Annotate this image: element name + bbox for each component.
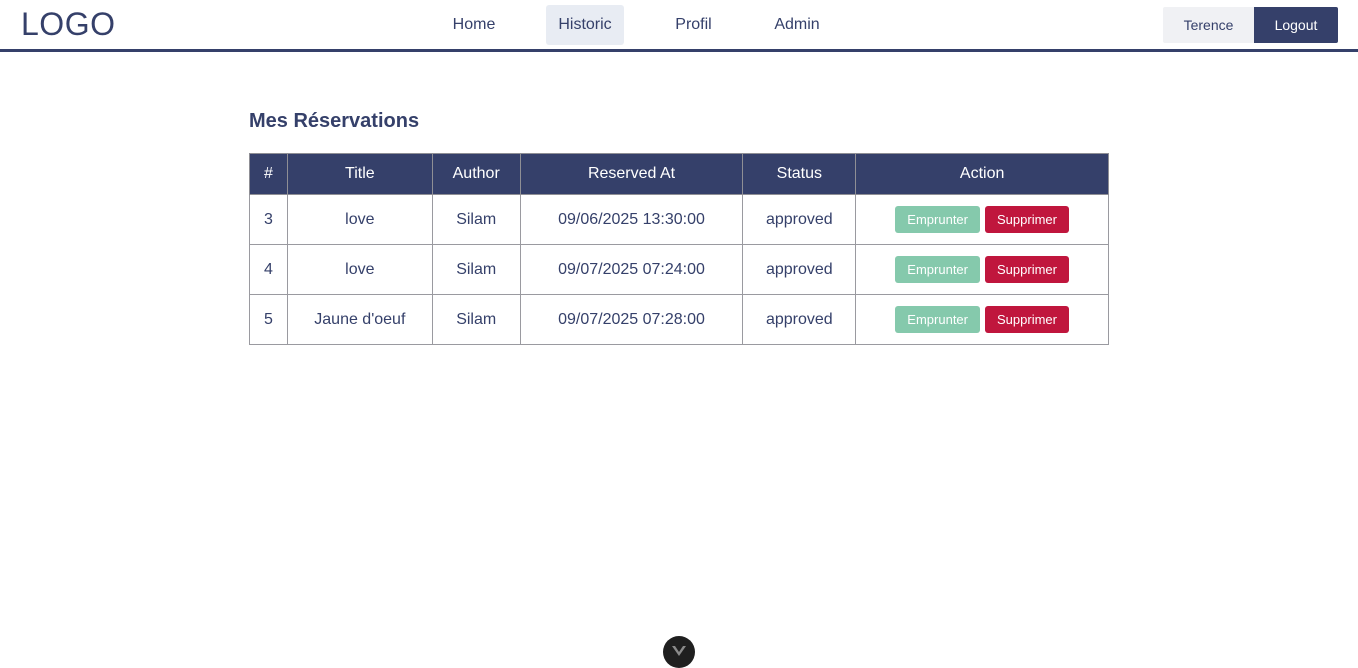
reservations-table: # Title Author Reserved At Status Action… bbox=[249, 153, 1109, 345]
delete-button[interactable]: Supprimer bbox=[985, 256, 1069, 283]
borrow-button[interactable]: Emprunter bbox=[895, 306, 980, 333]
cell-reserved-at: 09/06/2025 13:30:00 bbox=[519, 194, 744, 245]
cell-reserved-at: 09/07/2025 07:24:00 bbox=[519, 244, 744, 295]
cell-status: approved bbox=[742, 294, 857, 345]
delete-button[interactable]: Supprimer bbox=[985, 206, 1069, 233]
cell-title: Jaune d'oeuf bbox=[286, 294, 433, 345]
cell-id: 3 bbox=[249, 194, 288, 245]
cell-reserved-at: 09/07/2025 07:28:00 bbox=[519, 294, 744, 345]
cell-author: Silam bbox=[431, 294, 521, 345]
scroll-indicator[interactable] bbox=[663, 636, 695, 668]
table-row: 4 love Silam 09/07/2025 07:24:00 approve… bbox=[249, 244, 1109, 295]
cell-author: Silam bbox=[431, 194, 521, 245]
cell-id: 5 bbox=[249, 294, 288, 345]
header-action: Action bbox=[855, 153, 1109, 195]
logout-button[interactable]: Logout bbox=[1254, 7, 1338, 43]
page-title: Mes Réservations bbox=[249, 110, 420, 132]
chevron-down-icon bbox=[672, 646, 686, 656]
navbar: LOGO Home Historic Profil Admin Terence … bbox=[0, 0, 1358, 52]
table-header-row: # Title Author Reserved At Status Action bbox=[249, 153, 1109, 195]
cell-author: Silam bbox=[431, 244, 521, 295]
cell-status: approved bbox=[742, 194, 857, 245]
header-id: # bbox=[249, 153, 288, 195]
table-row: 3 love Silam 09/06/2025 13:30:00 approve… bbox=[249, 194, 1109, 245]
nav-link-admin[interactable]: Admin bbox=[762, 5, 832, 45]
nav-link-historic[interactable]: Historic bbox=[546, 5, 624, 45]
logo[interactable]: LOGO bbox=[21, 6, 115, 43]
cell-title: love bbox=[286, 194, 433, 245]
header-author: Author bbox=[431, 153, 521, 195]
cell-action: Emprunter Supprimer bbox=[855, 244, 1109, 295]
delete-button[interactable]: Supprimer bbox=[985, 306, 1069, 333]
nav-link-profil[interactable]: Profil bbox=[662, 5, 725, 45]
header-reserved-at: Reserved At bbox=[519, 153, 744, 195]
cell-title: love bbox=[286, 244, 433, 295]
header-title: Title bbox=[286, 153, 433, 195]
borrow-button[interactable]: Emprunter bbox=[895, 206, 980, 233]
header-status: Status bbox=[742, 153, 857, 195]
nav-link-home[interactable]: Home bbox=[438, 5, 510, 45]
table-row: 5 Jaune d'oeuf Silam 09/07/2025 07:28:00… bbox=[249, 294, 1109, 345]
cell-id: 4 bbox=[249, 244, 288, 295]
borrow-button[interactable]: Emprunter bbox=[895, 256, 980, 283]
cell-action: Emprunter Supprimer bbox=[855, 194, 1109, 245]
cell-action: Emprunter Supprimer bbox=[855, 294, 1109, 345]
cell-status: approved bbox=[742, 244, 857, 295]
user-button[interactable]: Terence bbox=[1163, 7, 1254, 43]
